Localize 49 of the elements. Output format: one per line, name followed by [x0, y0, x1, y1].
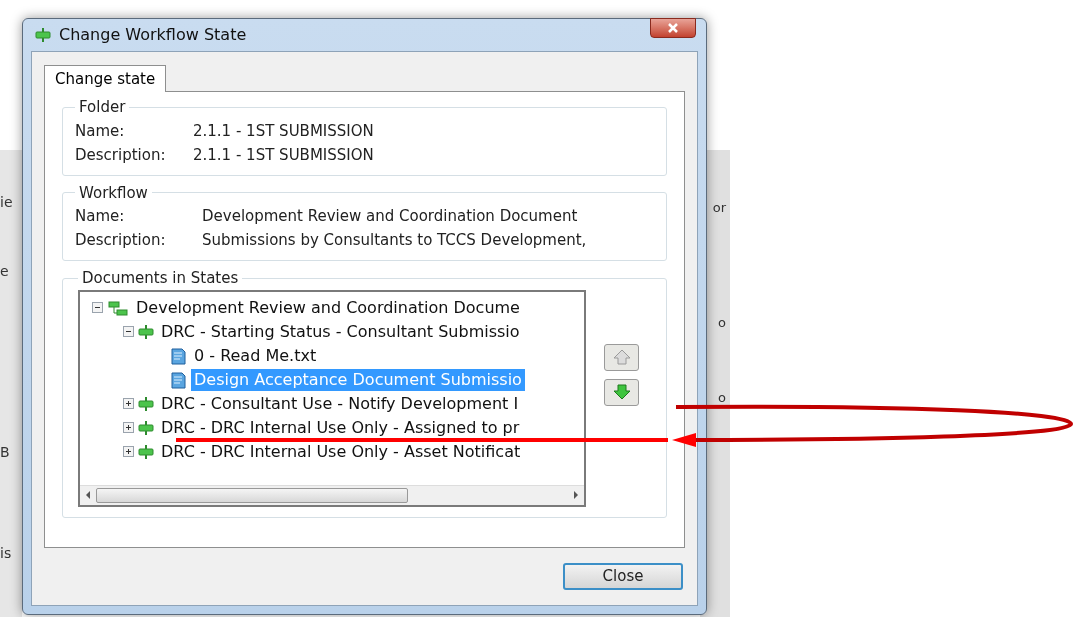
workflow-icon: [107, 298, 129, 317]
state-icon: [138, 395, 154, 412]
collapse-icon[interactable]: [123, 326, 134, 337]
tree-item[interactable]: DRC - Consultant Use - Notify Development I: [158, 392, 522, 415]
tree-item[interactable]: 0 - Read Me.txt: [191, 344, 320, 367]
scroll-right-icon[interactable]: [572, 490, 580, 500]
group-title: Folder: [78, 97, 127, 118]
tree-item[interactable]: DRC - DRC Internal Use Only - Assigned to pr: [158, 416, 523, 439]
field-label: Description:: [75, 144, 167, 166]
field-value: 2.1.1 - 1ST SUBMISSION: [193, 120, 374, 142]
expand-icon[interactable]: [123, 446, 134, 457]
move-down-button[interactable]: [604, 378, 639, 406]
field-value: Development Review and Coordination Document: [202, 206, 578, 227]
state-icon: [138, 419, 154, 436]
field-label: Description:: [75, 230, 167, 251]
close-button[interactable]: Close: [563, 563, 683, 590]
scrollbar-thumb[interactable]: [96, 487, 408, 503]
up-arrow-icon: [611, 349, 632, 365]
background-text: is: [0, 544, 13, 563]
tree-item[interactable]: DRC - DRC Internal Use Only - Asset Notificat: [158, 440, 524, 463]
tab[interactable]: Change state: [44, 65, 167, 92]
expand-icon[interactable]: [123, 422, 134, 433]
background-text: or: [712, 199, 726, 217]
document-icon: [169, 370, 187, 389]
tree-item[interactable]: Development Review and Coordination Docume: [133, 296, 523, 319]
horizontal-scrollbar[interactable]: [80, 484, 584, 505]
state-icon: [35, 27, 51, 43]
window-title: Change Workflow State: [59, 24, 247, 46]
background-text: B: [0, 443, 11, 462]
state-icon: [138, 323, 154, 340]
document-icon: [169, 346, 187, 365]
background-text: o: [718, 313, 726, 332]
group-title: Documents in States: [81, 268, 240, 289]
field-value: 2.1.1 - 1ST SUBMISSION: [193, 144, 374, 166]
field-label: Name:: [75, 120, 126, 142]
scroll-left-icon[interactable]: [84, 490, 92, 500]
close-window-button[interactable]: [650, 18, 696, 38]
group-title: Workflow: [78, 182, 149, 204]
background-text: o: [718, 389, 726, 407]
expand-icon[interactable]: [123, 398, 134, 409]
field-label: Name:: [75, 206, 126, 227]
background-text: e: [0, 262, 10, 281]
background-text: ie: [0, 193, 14, 212]
state-icon: [138, 443, 154, 460]
field-value: Submissions by Consultants to TCCS Development,: [202, 230, 587, 251]
down-arrow-icon: [611, 384, 632, 400]
close-icon: [667, 23, 679, 33]
collapse-icon[interactable]: [92, 302, 103, 313]
tree-item[interactable]: DRC - Starting Status - Consultant Submissio: [158, 320, 523, 343]
